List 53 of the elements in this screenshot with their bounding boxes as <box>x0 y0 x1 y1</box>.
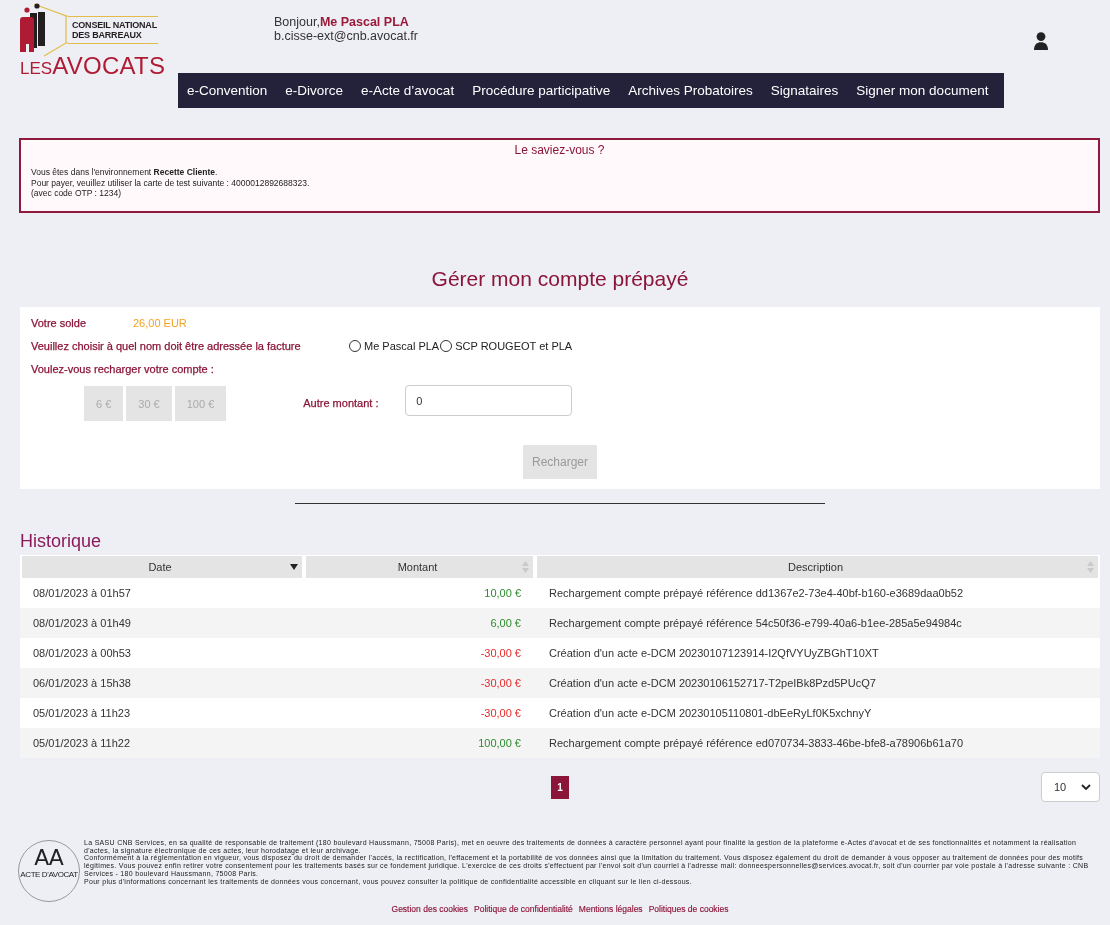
column-header[interactable]: Date <box>22 556 302 578</box>
logo-text: DES BARREAUX <box>72 30 143 40</box>
page-size-select[interactable]: 10 <box>1041 772 1100 802</box>
nav-link[interactable]: Signataires <box>761 73 848 108</box>
logo-monogram: AA <box>34 847 64 869</box>
radio-label[interactable]: SCP ROUGEOT et PLA <box>455 340 573 352</box>
logo-text: CONSEIL NATIONAL <box>72 20 158 30</box>
notice-text: Vous êtes dans l'environnement Recette Cliente. <box>31 167 219 178</box>
logo-caption: ACTE D'AVOCAT <box>20 870 78 880</box>
nav-link[interactable]: Archives Probatoires <box>619 73 762 108</box>
footer-link[interactable]: Politique de confidentialité <box>474 904 573 914</box>
notice-text: Pour payer, veuillez utiliser la carte de test suivante : 4000012892688323. <box>31 177 311 188</box>
table-cell: 06/01/2023 à 15h38 <box>20 668 304 698</box>
notice-title: Le saviez-vous ? <box>513 142 606 157</box>
amount-input[interactable]: 0 <box>405 385 573 416</box>
table-cell: Création d'un acte e-DCM 20230106152717-T2peIBk8Pzd5PUcQ7 <box>534 668 1100 698</box>
nav-link[interactable]: e-Acte d’avocat <box>352 73 464 108</box>
greeting-text: Bonjour, <box>274 15 320 29</box>
radio-label[interactable]: Me Pascal PLA <box>364 340 440 352</box>
sort-arrows-icon <box>1087 561 1094 573</box>
nav-link[interactable]: Signer mon document <box>847 73 998 108</box>
user-name: Me Pascal PLA <box>319 15 409 29</box>
column-header[interactable]: Description <box>537 556 1098 578</box>
notice-text: (avec code OTP : 1234) <box>31 188 123 199</box>
table-cell: -30,00 € <box>304 668 534 698</box>
balance-value: 26,00 EUR <box>133 317 187 329</box>
page-button[interactable]: 1 <box>551 775 569 799</box>
section-title: Historique <box>20 531 103 551</box>
user-icon[interactable] <box>1033 32 1049 50</box>
nav-link[interactable]: Procédure participative <box>463 73 620 108</box>
footer-link[interactable]: Politiques de cookies <box>648 904 729 914</box>
user-email: b.cisse-ext@cnb.avocat.fr <box>274 29 418 43</box>
sort-arrows-icon <box>522 561 529 573</box>
table-cell: 08/01/2023 à 01h49 <box>20 608 304 638</box>
balance-label: Votre solde <box>31 317 88 329</box>
nav-link[interactable]: e-Divorce <box>276 73 353 108</box>
invoice-label: Veuillez choisir à quel nom doit être adressée la facture <box>31 340 302 352</box>
footer-link[interactable]: Gestion des cookies <box>391 904 469 914</box>
page-title: Gérer mon compte prépayé <box>430 266 690 292</box>
caret-down-icon <box>290 564 298 570</box>
footer-link[interactable]: Mentions légales <box>578 904 643 914</box>
table-cell: 6,00 € <box>304 608 534 638</box>
column-header[interactable]: Montant <box>306 556 533 578</box>
table-cell: 100,00 € <box>304 728 534 758</box>
nav-link[interactable]: e-Convention <box>178 73 277 108</box>
logo-wordmark: AVOCATS <box>52 52 166 79</box>
table-cell: 05/01/2023 à 11h22 <box>20 728 304 758</box>
recharge-label: Voulez-vous recharger votre compte : <box>31 363 214 375</box>
other-amount-label: Autre montant : <box>303 397 380 409</box>
logo-wordmark: LES <box>20 59 53 78</box>
table-cell: Rechargement compte prépayé référence 54c50f36-e799-40a6-b1ee-285a5e94984c <box>534 608 1100 638</box>
chevron-down-icon <box>1081 784 1091 790</box>
table-cell: Rechargement compte prépayé référence ed070734-3833-46be-bfe8-a78906b61a70 <box>534 728 1100 758</box>
